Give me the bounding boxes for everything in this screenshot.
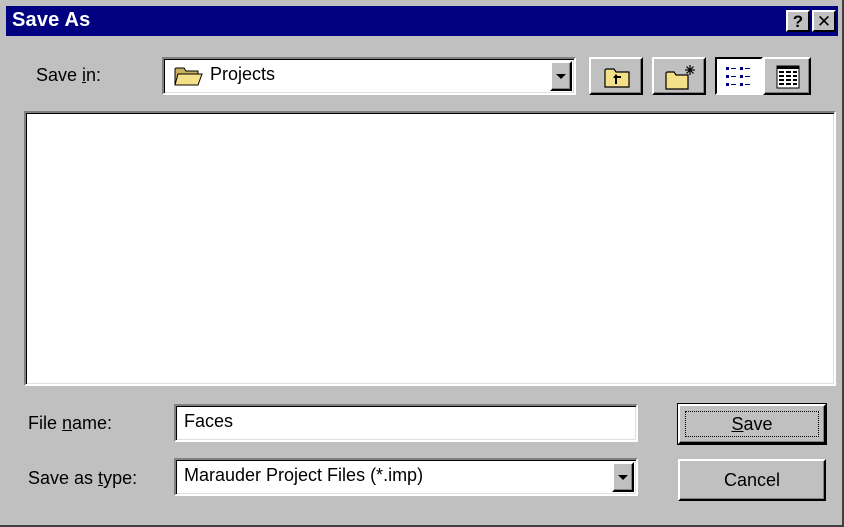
chevron-down-icon xyxy=(556,74,566,79)
close-icon: ✕ xyxy=(816,11,832,31)
save-as-dialog: Save As ? ✕ Save in: Projects File name:… xyxy=(0,0,844,527)
new-folder-icon xyxy=(665,65,695,90)
save-in-dropdown[interactable]: Projects xyxy=(162,57,576,95)
save-as-type-dropdown[interactable]: Marauder Project Files (*.imp) xyxy=(174,458,638,496)
save-in-label: Save in: xyxy=(36,65,102,85)
up-one-level-button[interactable] xyxy=(589,57,643,95)
chevron-down-icon xyxy=(618,475,628,480)
file-list[interactable] xyxy=(24,111,836,386)
list-view-button[interactable] xyxy=(715,57,763,95)
help-icon: ? xyxy=(792,11,804,31)
dialog-title: Save As xyxy=(12,9,91,31)
file-name-input[interactable]: Faces xyxy=(174,404,638,442)
cancel-button-label: Cancel xyxy=(723,469,781,490)
help-button[interactable]: ? xyxy=(786,10,810,32)
close-button[interactable]: ✕ xyxy=(812,10,836,32)
save-as-type-value: Marauder Project Files (*.imp) xyxy=(184,465,424,485)
list-view-icon xyxy=(726,67,750,86)
details-view-icon xyxy=(776,65,800,89)
file-name-value: Faces xyxy=(184,411,234,431)
title-bar[interactable]: Save As ? ✕ xyxy=(6,6,838,36)
cancel-button[interactable]: Cancel xyxy=(678,459,826,501)
save-as-type-dropdown-arrow[interactable] xyxy=(612,462,634,492)
save-button[interactable]: Save xyxy=(677,403,827,445)
save-as-type-label: Save as type: xyxy=(28,468,138,488)
folder-icon xyxy=(174,67,203,86)
save-button-label: Save xyxy=(731,413,773,434)
file-name-label: File name: xyxy=(28,413,113,433)
details-view-button[interactable] xyxy=(763,57,811,95)
save-in-value: Projects xyxy=(210,64,276,84)
create-new-folder-button[interactable] xyxy=(652,57,706,95)
save-in-dropdown-arrow[interactable] xyxy=(550,61,572,91)
up-one-level-icon xyxy=(604,68,630,88)
save-button-face: Save xyxy=(678,404,826,444)
